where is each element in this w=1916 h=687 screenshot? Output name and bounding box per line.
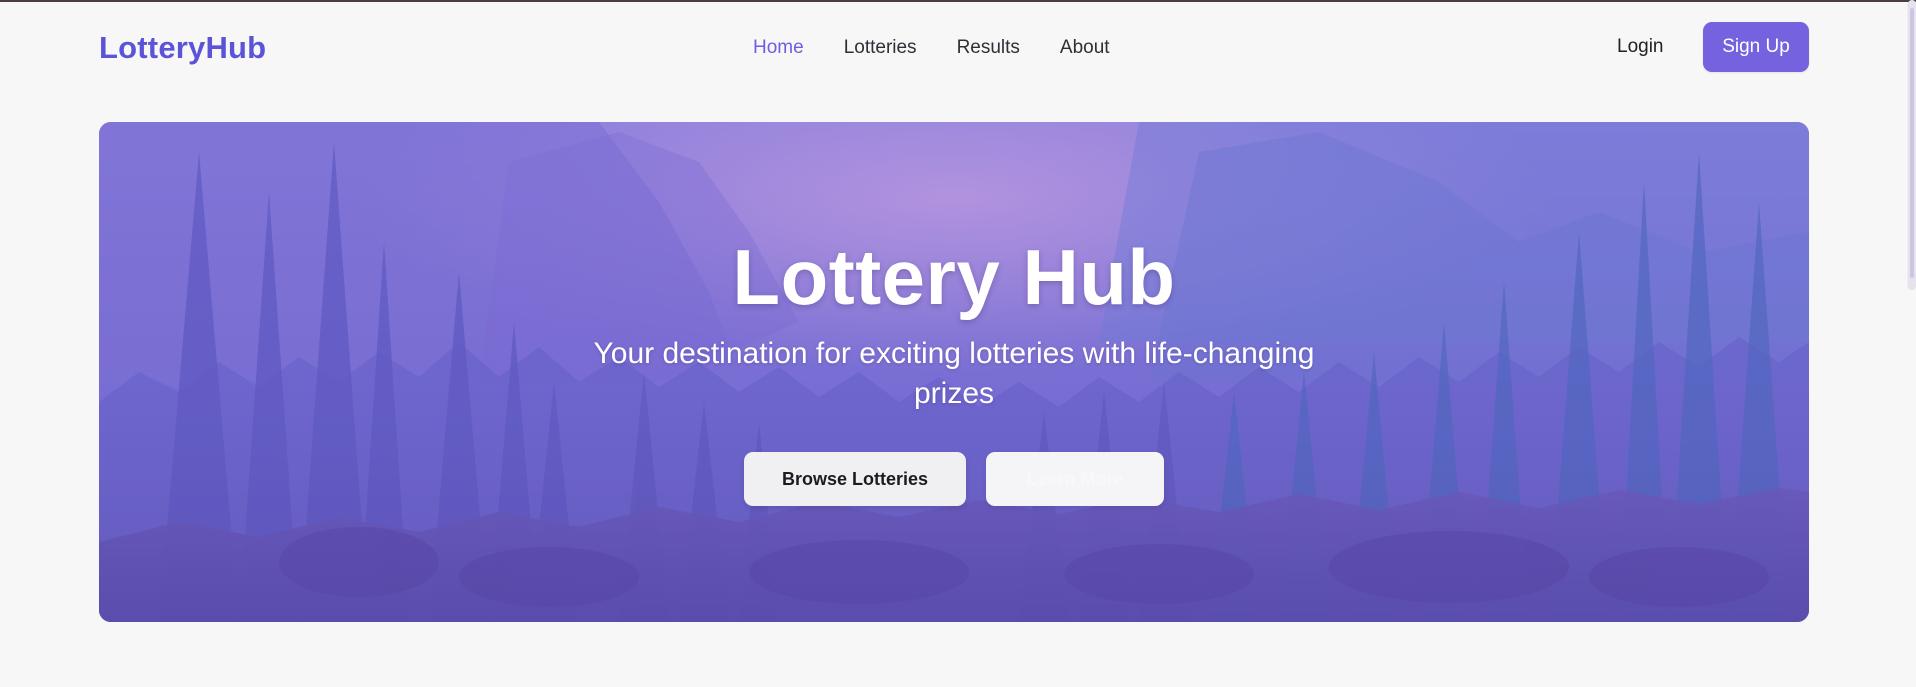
learn-more-button[interactable]: Learn More: [986, 452, 1164, 506]
hero-buttons: Browse Lotteries Learn More: [744, 452, 1164, 506]
nav-link-results[interactable]: Results: [957, 37, 1020, 59]
navbar: LotteryHub Home Lotteries Results About …: [0, 0, 1916, 96]
nav-link-lotteries[interactable]: Lotteries: [844, 37, 917, 59]
hero-banner: Lottery Hub Your destination for excitin…: [99, 122, 1809, 622]
page: LotteryHub Home Lotteries Results About …: [0, 0, 1916, 687]
hero-subtitle: Your destination for exciting lotteries …: [593, 337, 1315, 410]
signup-button[interactable]: Sign Up: [1703, 22, 1809, 72]
login-button[interactable]: Login: [1617, 36, 1664, 58]
nav-link-home[interactable]: Home: [753, 37, 804, 59]
hero-content: Lottery Hub Your destination for excitin…: [99, 122, 1809, 622]
scrollbar-thumb[interactable]: [1910, 8, 1914, 278]
logo[interactable]: LotteryHub: [99, 30, 266, 66]
hero-title: Lottery Hub: [732, 233, 1176, 321]
browse-lotteries-button[interactable]: Browse Lotteries: [744, 452, 966, 506]
nav-links: Home Lotteries Results About: [753, 36, 1110, 60]
nav-link-about[interactable]: About: [1060, 37, 1110, 59]
